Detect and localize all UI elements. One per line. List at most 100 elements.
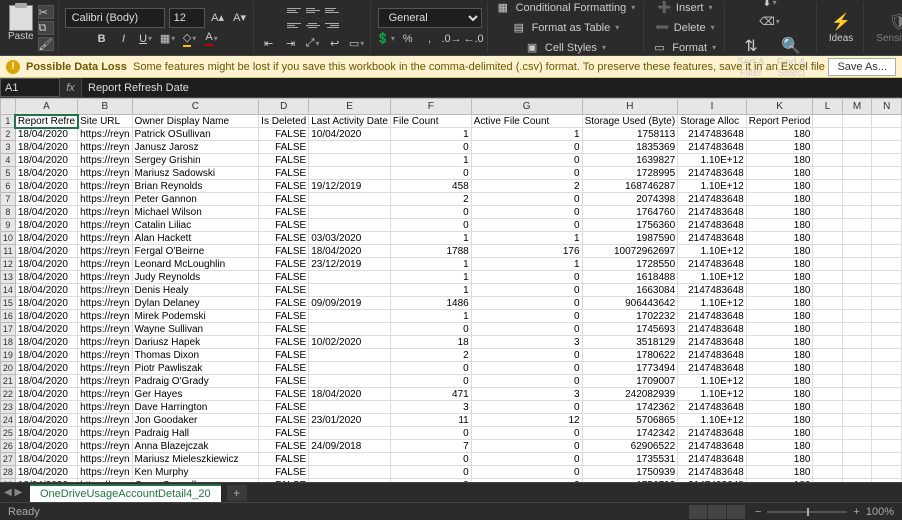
cell[interactable]: Dariusz Hapek xyxy=(132,336,259,349)
cell[interactable]: https://reyn xyxy=(78,271,132,284)
cell[interactable]: Ger Hayes xyxy=(132,388,259,401)
cell[interactable] xyxy=(872,414,902,427)
cell[interactable] xyxy=(309,323,391,336)
cell[interactable] xyxy=(813,323,842,336)
cell[interactable]: 12 xyxy=(471,414,582,427)
cell[interactable]: 0 xyxy=(471,219,582,232)
cell[interactable] xyxy=(872,284,902,297)
cell[interactable]: 2147483648 xyxy=(678,128,747,141)
cell[interactable]: 11 xyxy=(390,414,471,427)
cell[interactable]: 180 xyxy=(746,154,813,167)
page-layout-view-button[interactable] xyxy=(708,505,726,519)
cell[interactable]: 2147483648 xyxy=(678,167,747,180)
save-as-button[interactable]: Save As... xyxy=(828,58,896,76)
font-color-button[interactable]: A▾ xyxy=(203,30,221,48)
cell[interactable]: 10072962697 xyxy=(582,245,678,258)
cell[interactable]: 2147483648 xyxy=(678,323,747,336)
copy-button[interactable]: ⧉ xyxy=(38,21,54,35)
cell[interactable] xyxy=(872,349,902,362)
cell[interactable]: https://reyn xyxy=(78,167,132,180)
cell[interactable] xyxy=(309,453,391,466)
sheet-tab[interactable]: OneDriveUsageAccountDetail4_20 xyxy=(30,484,221,502)
row-header[interactable]: 15 xyxy=(1,297,16,310)
bold-button[interactable]: B xyxy=(93,30,111,48)
row-header[interactable]: 3 xyxy=(1,141,16,154)
cell[interactable]: 0 xyxy=(471,466,582,479)
cell[interactable]: 2147483648 xyxy=(678,206,747,219)
cell[interactable]: FALSE xyxy=(259,349,309,362)
cell[interactable]: 0 xyxy=(471,362,582,375)
underline-button[interactable]: U▾ xyxy=(137,30,155,48)
cell[interactable]: 1.10E+12 xyxy=(678,375,747,388)
cell[interactable]: 180 xyxy=(746,323,813,336)
cell[interactable]: 18/04/2020 xyxy=(15,453,77,466)
cell[interactable]: FALSE xyxy=(259,401,309,414)
format-painter-button[interactable]: 🖌 xyxy=(38,37,54,51)
cell[interactable]: 2147483648 xyxy=(678,193,747,206)
cell[interactable]: 180 xyxy=(746,232,813,245)
cell[interactable] xyxy=(872,258,902,271)
fill-button[interactable]: ⬇▾ xyxy=(760,0,778,12)
cell[interactable]: 1 xyxy=(390,310,471,323)
cell[interactable]: 2147483648 xyxy=(678,258,747,271)
cell[interactable]: 1.10E+12 xyxy=(678,180,747,193)
cell[interactable]: Report Period xyxy=(746,115,813,128)
cell[interactable]: 2147483648 xyxy=(678,232,747,245)
cell[interactable]: 1756360 xyxy=(582,219,678,232)
cell[interactable] xyxy=(842,219,872,232)
cell-styles-button[interactable]: ▣Cell Styles▾ xyxy=(523,39,610,57)
cell[interactable]: 18 xyxy=(390,336,471,349)
cell[interactable]: Jon Goodaker xyxy=(132,414,259,427)
cell[interactable] xyxy=(813,180,842,193)
cell[interactable]: https://reyn xyxy=(78,349,132,362)
align-center-button[interactable] xyxy=(304,18,322,32)
sheet-nav[interactable]: ◀ ▶ xyxy=(4,487,22,498)
cell[interactable]: 3518129 xyxy=(582,336,678,349)
row-header[interactable]: 16 xyxy=(1,310,16,323)
cell[interactable]: 18/04/2020 xyxy=(15,167,77,180)
cell[interactable]: https://reyn xyxy=(78,232,132,245)
cell[interactable]: 0 xyxy=(390,323,471,336)
cell[interactable]: 0 xyxy=(390,362,471,375)
cell[interactable]: 0 xyxy=(471,453,582,466)
border-button[interactable]: ▦▾ xyxy=(159,30,177,48)
cell[interactable]: https://reyn xyxy=(78,375,132,388)
cell[interactable] xyxy=(309,427,391,440)
cell[interactable] xyxy=(813,128,842,141)
cell[interactable]: 18/04/2020 xyxy=(15,414,77,427)
cell[interactable]: 176 xyxy=(471,245,582,258)
cell[interactable]: 0 xyxy=(471,271,582,284)
cell[interactable] xyxy=(309,271,391,284)
cell[interactable]: FALSE xyxy=(259,219,309,232)
cell[interactable] xyxy=(872,427,902,440)
row-header[interactable]: 12 xyxy=(1,258,16,271)
cell[interactable] xyxy=(872,245,902,258)
cell[interactable]: FALSE xyxy=(259,375,309,388)
row-header[interactable]: 9 xyxy=(1,219,16,232)
cell[interactable] xyxy=(842,193,872,206)
cell[interactable]: 180 xyxy=(746,440,813,453)
cell[interactable] xyxy=(872,375,902,388)
cell[interactable]: 180 xyxy=(746,336,813,349)
cell[interactable]: https://reyn xyxy=(78,284,132,297)
increase-decimal-button[interactable]: .0→ xyxy=(443,30,461,48)
cell[interactable] xyxy=(842,206,872,219)
cell[interactable] xyxy=(842,414,872,427)
cell[interactable]: https://reyn xyxy=(78,336,132,349)
cell[interactable] xyxy=(872,154,902,167)
cell[interactable]: 2 xyxy=(390,193,471,206)
cell[interactable]: 18/04/2020 xyxy=(15,219,77,232)
row-header[interactable]: 14 xyxy=(1,284,16,297)
cell[interactable]: Padraig O'Grady xyxy=(132,375,259,388)
cell[interactable] xyxy=(842,323,872,336)
cell[interactable]: 906443642 xyxy=(582,297,678,310)
cell[interactable]: 0 xyxy=(471,154,582,167)
cell[interactable]: 1486 xyxy=(390,297,471,310)
cell[interactable]: 0 xyxy=(390,427,471,440)
cell[interactable]: 18/04/2020 xyxy=(15,375,77,388)
cell[interactable]: FALSE xyxy=(259,154,309,167)
cell[interactable] xyxy=(872,167,902,180)
cell[interactable]: 2147483648 xyxy=(678,427,747,440)
cell[interactable] xyxy=(813,284,842,297)
cell[interactable] xyxy=(872,453,902,466)
